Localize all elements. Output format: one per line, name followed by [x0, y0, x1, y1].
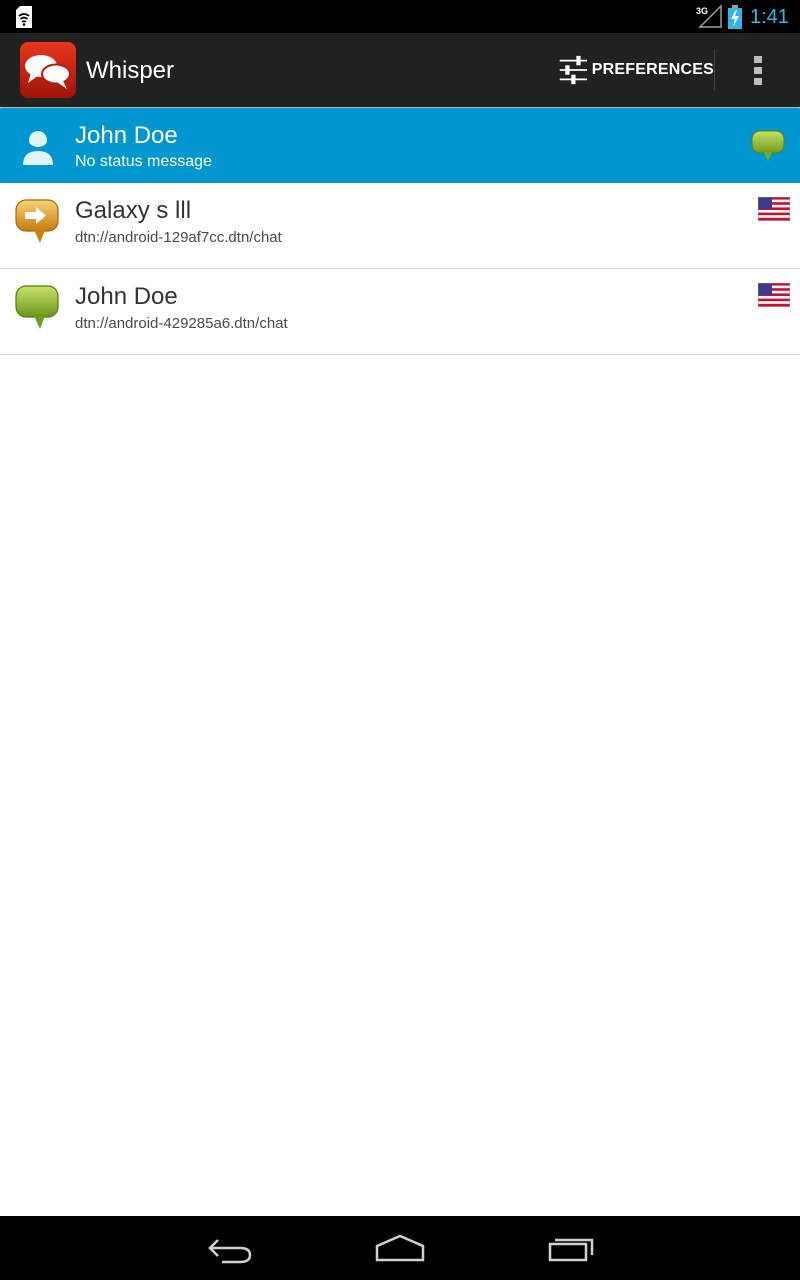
person-icon [23, 131, 53, 165]
app-title: Whisper [86, 57, 175, 84]
orange-arrow-bubble-icon [15, 199, 59, 243]
clock: 1:41 [750, 6, 789, 28]
us-flag-icon [758, 283, 790, 307]
signal-3g-icon: 3G [696, 4, 722, 28]
action-bar: Whisper PREFERENCES [0, 33, 800, 107]
back-icon[interactable] [200, 1230, 260, 1266]
recent-apps-icon[interactable] [541, 1230, 601, 1266]
buddy-endpoint: dtn://android-129af7cc.dtn/chat [75, 229, 282, 246]
preferences-button[interactable]: PREFERENCES [550, 33, 714, 107]
network-type-label: 3G [696, 6, 708, 16]
green-speech-bubble-icon [751, 130, 785, 162]
wifi-lock-icon [16, 6, 32, 28]
own-profile-header[interactable]: John Doe No status message [0, 108, 800, 183]
home-icon[interactable] [370, 1230, 430, 1266]
buddy-list: Galaxy s lll dtn://android-129af7cc.dtn/… [0, 183, 800, 355]
us-flag-icon [758, 197, 790, 221]
profile-name: John Doe [75, 122, 178, 149]
buddy-endpoint: dtn://android-429285a6.dtn/chat [75, 315, 288, 332]
buddy-name: Galaxy s lll [75, 197, 192, 224]
whisper-app-icon[interactable] [19, 41, 77, 99]
battery-charging-icon [728, 5, 742, 29]
list-item[interactable]: John Doe dtn://android-429285a6.dtn/chat [0, 269, 800, 355]
status-bar: 3G 1:41 [0, 0, 800, 33]
overflow-menu-icon[interactable] [738, 33, 778, 107]
preferences-label: PREFERENCES [591, 61, 714, 78]
list-item[interactable]: Galaxy s lll dtn://android-129af7cc.dtn/… [0, 183, 800, 269]
sliders-icon [559, 55, 588, 85]
profile-status: No status message [75, 153, 212, 170]
green-speech-bubble-icon [15, 285, 59, 329]
buddy-name: John Doe [75, 283, 178, 310]
navigation-bar [0, 1216, 800, 1280]
action-bar-divider [714, 49, 715, 91]
